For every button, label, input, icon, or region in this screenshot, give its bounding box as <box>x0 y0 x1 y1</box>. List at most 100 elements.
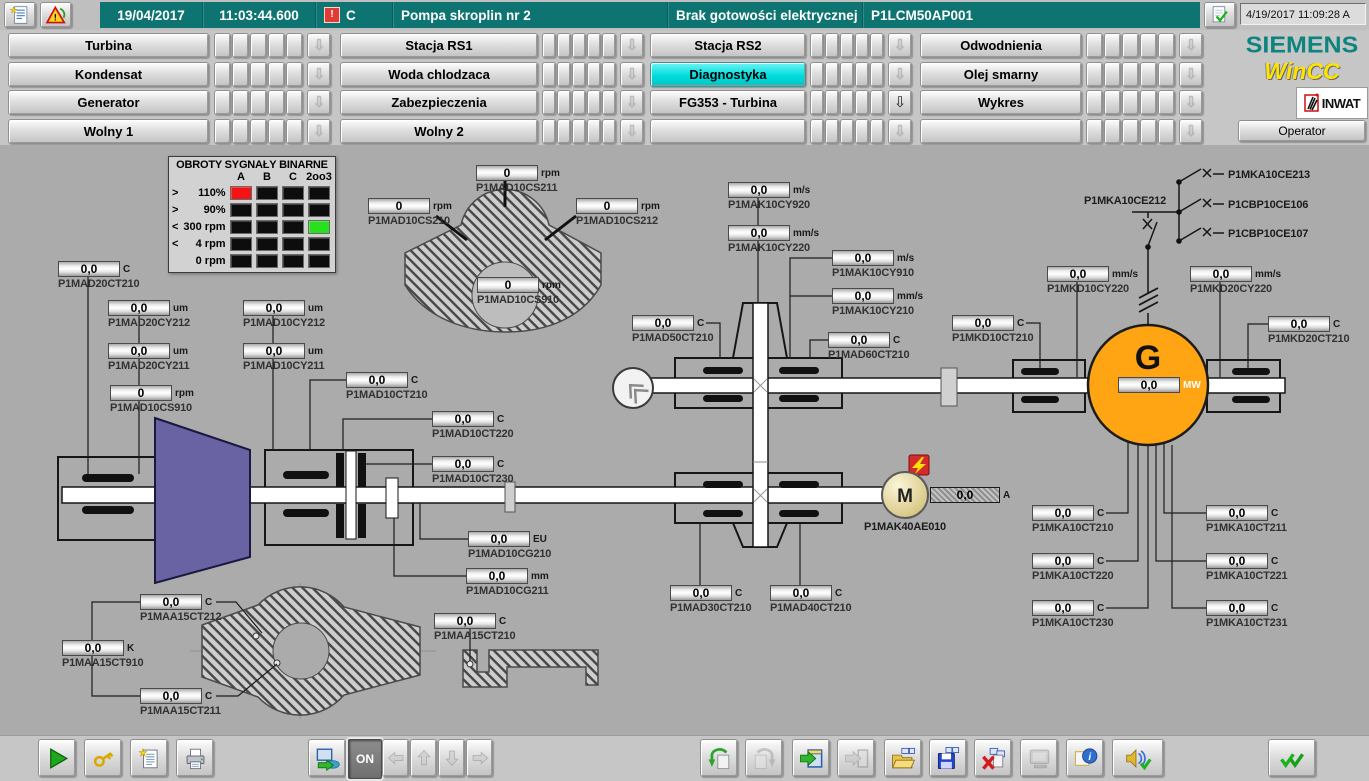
menu-key-col4-row4-4[interactable] <box>1140 119 1157 144</box>
menu-stacja-rs1-button[interactable]: Stacja RS1 <box>340 33 538 58</box>
menu-key-col2-row4-4[interactable] <box>587 119 601 144</box>
menu-arrow-stacja-rs2[interactable]: ⇩ <box>888 33 912 58</box>
menu-arrow-wolny-1[interactable]: ⇩ <box>307 119 331 144</box>
menu-key-col1-row3-2[interactable] <box>232 90 249 115</box>
menu-key-col2-row4-2[interactable] <box>557 119 571 144</box>
value-box-mad20ct210[interactable]: 0,0 <box>58 261 120 277</box>
menu-woda-chlodzaca-button[interactable]: Woda chlodzaca <box>340 62 538 87</box>
menu-key-col4-row3-2[interactable] <box>1104 90 1121 115</box>
alarm-list-button[interactable]: ★ <box>4 2 36 28</box>
menu-key-col1-row4-5[interactable] <box>286 119 303 144</box>
menu-key-col1-row3-3[interactable] <box>250 90 267 115</box>
toolbar-runtime-start-button[interactable] <box>38 739 76 777</box>
value-box-mak10cy210[interactable]: 0,0 <box>832 288 894 304</box>
value-box-maa15ct212[interactable]: 0,0 <box>140 594 202 610</box>
value-box-mka10ct231[interactable]: 0,0 <box>1206 600 1268 616</box>
menu-key-col4-row1-4[interactable] <box>1140 33 1157 58</box>
menu-stacja-rs2-button[interactable]: Stacja RS2 <box>650 33 806 58</box>
value-box-maa15ct211[interactable]: 0,0 <box>140 688 202 704</box>
value-box-maa15ct910[interactable]: 0,0 <box>62 640 124 656</box>
menu-key-col3-row2-5[interactable] <box>870 62 884 87</box>
menu-key-col4-row3-4[interactable] <box>1140 90 1157 115</box>
menu-key-col1-row3-5[interactable] <box>286 90 303 115</box>
menu-key-col3-row2-4[interactable] <box>855 62 869 87</box>
menu-key-col1-row2-3[interactable] <box>250 62 267 87</box>
menu-key-col3-row1-4[interactable] <box>855 33 869 58</box>
menu-key-col3-row1-1[interactable] <box>810 33 824 58</box>
menu-key-col2-row2-4[interactable] <box>587 62 601 87</box>
menu-key-col3-row1-3[interactable] <box>840 33 854 58</box>
value-box-mka10ct211[interactable]: 0,0 <box>1206 505 1268 521</box>
menu-key-col4-row2-5[interactable] <box>1158 62 1175 87</box>
menu-key-col2-row3-4[interactable] <box>587 90 601 115</box>
menu-arrow-generator[interactable]: ⇩ <box>307 90 331 115</box>
menu-key-col3-row4-3[interactable] <box>840 119 854 144</box>
menu-key-col2-row1-4[interactable] <box>587 33 601 58</box>
menu-key-col2-row1-3[interactable] <box>572 33 586 58</box>
menu-key-col1-row1-4[interactable] <box>268 33 285 58</box>
toolbar-report-print-button[interactable] <box>176 739 214 777</box>
value-box-mad20cy211[interactable]: 0,0 <box>108 343 170 359</box>
menu-key-col1-row2-1[interactable] <box>214 62 231 87</box>
menu-key-col1-row2-2[interactable] <box>232 62 249 87</box>
menu-key-col1-row3-4[interactable] <box>268 90 285 115</box>
toolbar-open-button[interactable] <box>884 739 922 777</box>
menu-key-col2-row2-2[interactable] <box>557 62 571 87</box>
menu-key-col3-row3-1[interactable] <box>810 90 824 115</box>
menu-key-col2-row1-2[interactable] <box>557 33 571 58</box>
menu-arrow-woda-chlodzaca[interactable]: ⇩ <box>620 62 644 87</box>
menu-key-col2-row1-5[interactable] <box>602 33 616 58</box>
menu-key-col3-row3-2[interactable] <box>825 90 839 115</box>
menu-key-col3-row1-5[interactable] <box>870 33 884 58</box>
value-box-mkd20ct210[interactable]: 0,0 <box>1268 316 1330 332</box>
value-box-mka10ct220[interactable]: 0,0 <box>1032 553 1094 569</box>
menu-fg353-turbina-button[interactable]: FG353 - Turbina <box>650 90 806 115</box>
menu-key-col3-row3-4[interactable] <box>855 90 869 115</box>
menu-arrow-col3-row4[interactable]: ⇩ <box>888 119 912 144</box>
menu-arrow-col4-row4[interactable]: ⇩ <box>1179 119 1203 144</box>
toolbar-screen-switch-button[interactable] <box>308 739 346 777</box>
menu-kondensat-button[interactable]: Kondensat <box>8 62 209 87</box>
menu-key-col1-row1-1[interactable] <box>214 33 231 58</box>
toolbar-key-button[interactable] <box>84 739 122 777</box>
menu-key-col4-row1-1[interactable] <box>1086 33 1103 58</box>
toolbar-undo-button[interactable] <box>700 739 738 777</box>
menu-arrow-stacja-rs1[interactable]: ⇩ <box>620 33 644 58</box>
value-box-cs211[interactable]: 0 <box>476 165 538 181</box>
menu-key-col1-row4-4[interactable] <box>268 119 285 144</box>
value-box-mad10ct220[interactable]: 0,0 <box>432 411 494 427</box>
menu-arrow-wykres[interactable]: ⇩ <box>1179 90 1203 115</box>
menu-key-col3-row4-4[interactable] <box>855 119 869 144</box>
toolbar-delete-button[interactable] <box>974 739 1012 777</box>
menu-key-col4-row1-5[interactable] <box>1158 33 1175 58</box>
menu-key-col3-row1-2[interactable] <box>825 33 839 58</box>
menu-arrow-diagnostyka[interactable]: ⇩ <box>888 62 912 87</box>
menu-key-col3-row2-3[interactable] <box>840 62 854 87</box>
menu-arrow-kondensat[interactable]: ⇩ <box>307 62 331 87</box>
menu-key-col3-row4-1[interactable] <box>810 119 824 144</box>
toolbar-screen-exit-button[interactable] <box>837 739 875 777</box>
menu-key-col2-row1-1[interactable] <box>542 33 556 58</box>
value-box-mad60ct210[interactable]: 0,0 <box>828 332 890 348</box>
menu-key-col4-row3-3[interactable] <box>1122 90 1139 115</box>
menu-olej-smarny-button[interactable]: Olej smarny <box>920 62 1082 87</box>
menu-key-col1-row3-1[interactable] <box>214 90 231 115</box>
menu-arrow-wolny-2[interactable]: ⇩ <box>620 119 644 144</box>
menu-odwodnienia-button[interactable]: Odwodnienia <box>920 33 1082 58</box>
menu-key-col3-row3-3[interactable] <box>840 90 854 115</box>
toolbar-nav-right-button[interactable] <box>466 739 493 777</box>
toolbar-report-new-button[interactable]: ★ <box>130 739 168 777</box>
menu-key-col2-row3-5[interactable] <box>602 90 616 115</box>
value-box-maa15ct210[interactable]: 0,0 <box>434 613 496 629</box>
menu-arrow-zabezpieczenia[interactable]: ⇩ <box>620 90 644 115</box>
menu-key-col2-row2-3[interactable] <box>572 62 586 87</box>
menu-key-col4-row3-1[interactable] <box>1086 90 1103 115</box>
menu-key-col4-row4-1[interactable] <box>1086 119 1103 144</box>
menu-key-col3-row4-5[interactable] <box>870 119 884 144</box>
menu-key-col2-row2-1[interactable] <box>542 62 556 87</box>
value-box-cs210[interactable]: 0 <box>368 198 430 214</box>
menu-key-col4-row2-1[interactable] <box>1086 62 1103 87</box>
toolbar-screen-enter-button[interactable] <box>792 739 830 777</box>
menu-key-col1-row1-2[interactable] <box>232 33 249 58</box>
value-box-mkd10cy220[interactable]: 0,0 <box>1047 266 1109 282</box>
